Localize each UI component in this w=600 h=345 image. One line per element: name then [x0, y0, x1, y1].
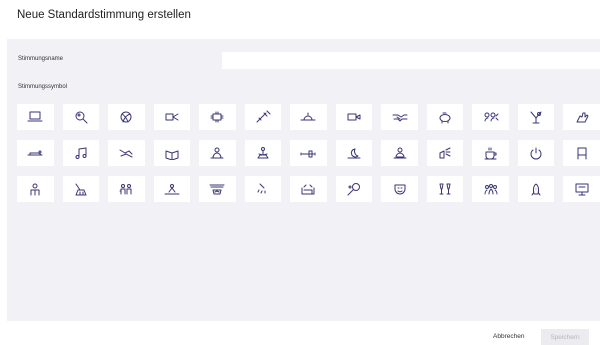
symbol-tile-reading-book[interactable] [153, 140, 191, 166]
symbol-tile-group[interactable] [472, 176, 509, 202]
dumbbell-icon [300, 150, 316, 158]
symbol-tile-cleaning[interactable] [426, 140, 464, 166]
symbol-tile-ping-pong[interactable] [335, 176, 373, 202]
symbol-tile-handshake[interactable] [381, 104, 418, 130]
symbol-tile-dumbbell[interactable] [290, 140, 327, 166]
lying-person-icon [27, 150, 43, 156]
person-icon [30, 183, 40, 196]
mood-name-input[interactable] [222, 52, 600, 69]
dialog-panel: Stimmungsname Stimmungssymbol [7, 39, 600, 321]
meeting-icon [484, 112, 499, 122]
save-button[interactable]: Speichern [541, 329, 589, 345]
mood-name-label: Stimmungsname [18, 56, 64, 62]
computer-screen-icon [575, 183, 589, 196]
power-icon [530, 147, 542, 160]
mood-symbol-label: Stimmungssymbol [18, 84, 68, 90]
symbol-tile-shower[interactable] [244, 176, 282, 202]
camera-icon [347, 113, 361, 121]
symbol-tile-meditation[interactable] [244, 140, 282, 166]
symbol-row [17, 176, 600, 202]
dialog-title: Neue Standardstimmung erstellen [17, 9, 191, 21]
symbol-row [17, 104, 600, 130]
symbol-tile-broom[interactable] [62, 176, 100, 202]
music-note-icon [75, 147, 87, 159]
symbol-tile-person[interactable] [17, 176, 54, 202]
handshake-icon [392, 114, 408, 122]
symbol-tile-ball[interactable] [108, 104, 145, 130]
symbol-tile-chair[interactable] [563, 140, 600, 166]
symbol-tile-rocket[interactable] [517, 176, 555, 202]
hand-icon [576, 112, 589, 123]
piggy-bank-icon [439, 112, 451, 124]
symbol-tile-syringe[interactable] [244, 104, 282, 130]
symbol-tile-picnic[interactable] [153, 176, 191, 202]
syringe-icon [256, 110, 271, 123]
symbol-tile-coffee-cup[interactable] [472, 140, 509, 166]
symbol-tile-projector[interactable] [153, 104, 191, 130]
symbol-tile-sleep-moon[interactable] [335, 140, 373, 166]
baby-icon [210, 147, 224, 159]
ping-pong-icon [347, 183, 360, 196]
symbol-tile-meeting[interactable] [472, 104, 509, 130]
picnic-icon [164, 184, 180, 195]
cleaning-icon [439, 147, 451, 159]
sunrise-icon [300, 112, 316, 121]
broom-icon [75, 183, 87, 196]
symbol-tile-fireplace[interactable] [199, 176, 236, 202]
laptop-icon [27, 111, 43, 122]
cancel-button[interactable]: Abbrechen [493, 333, 524, 340]
symbol-tile-camera[interactable] [335, 104, 373, 130]
symbol-tile-computer-screen[interactable] [563, 176, 600, 202]
symbol-tile-hand[interactable] [563, 104, 600, 130]
symbol-tile-piggy-bank[interactable] [426, 104, 464, 130]
symbol-tile-lying-person[interactable] [17, 140, 54, 166]
symbol-tile-sofa[interactable] [290, 176, 327, 202]
symbol-tile-wine-glass[interactable] [517, 104, 555, 130]
person-desk-icon [393, 147, 407, 159]
projector-icon [165, 113, 179, 121]
sofa-icon [301, 184, 315, 195]
family-icon [119, 184, 132, 195]
sleep-moon-icon [347, 148, 361, 159]
meditation-icon [257, 147, 269, 159]
theater-masks-icon [394, 184, 406, 195]
rocket-icon [531, 183, 541, 196]
symbol-tile-laptop[interactable] [17, 104, 54, 130]
symbol-tile-conference-table[interactable] [199, 104, 236, 130]
reading-book-icon [165, 150, 179, 160]
fireplace-icon [209, 184, 225, 195]
group-icon [484, 184, 498, 195]
symbol-tile-relax[interactable] [108, 140, 145, 166]
conference-table-icon [210, 111, 224, 123]
wine-glass-icon [530, 111, 542, 124]
symbol-tile-search-people[interactable] [62, 104, 100, 130]
symbol-tile-person-desk[interactable] [381, 140, 418, 166]
dialog-footer: Abbrechen Speichern [0, 329, 600, 345]
symbol-tile-family[interactable] [108, 176, 145, 202]
symbol-tile-music-note[interactable] [62, 140, 100, 166]
symbol-row [17, 140, 600, 166]
coffee-cup-icon [484, 147, 497, 160]
symbol-grid [17, 104, 600, 212]
symbol-tile-baby[interactable] [199, 140, 236, 166]
chair-icon [577, 147, 587, 160]
shower-icon [257, 183, 266, 194]
relax-icon [119, 149, 133, 158]
wine-toast-icon [439, 183, 451, 195]
ball-icon [120, 111, 132, 123]
search-people-icon [75, 111, 88, 124]
symbol-tile-sunrise[interactable] [290, 104, 327, 130]
symbol-tile-power[interactable] [517, 140, 555, 166]
symbol-tile-wine-toast[interactable] [426, 176, 464, 202]
symbol-tile-theater-masks[interactable] [381, 176, 418, 202]
